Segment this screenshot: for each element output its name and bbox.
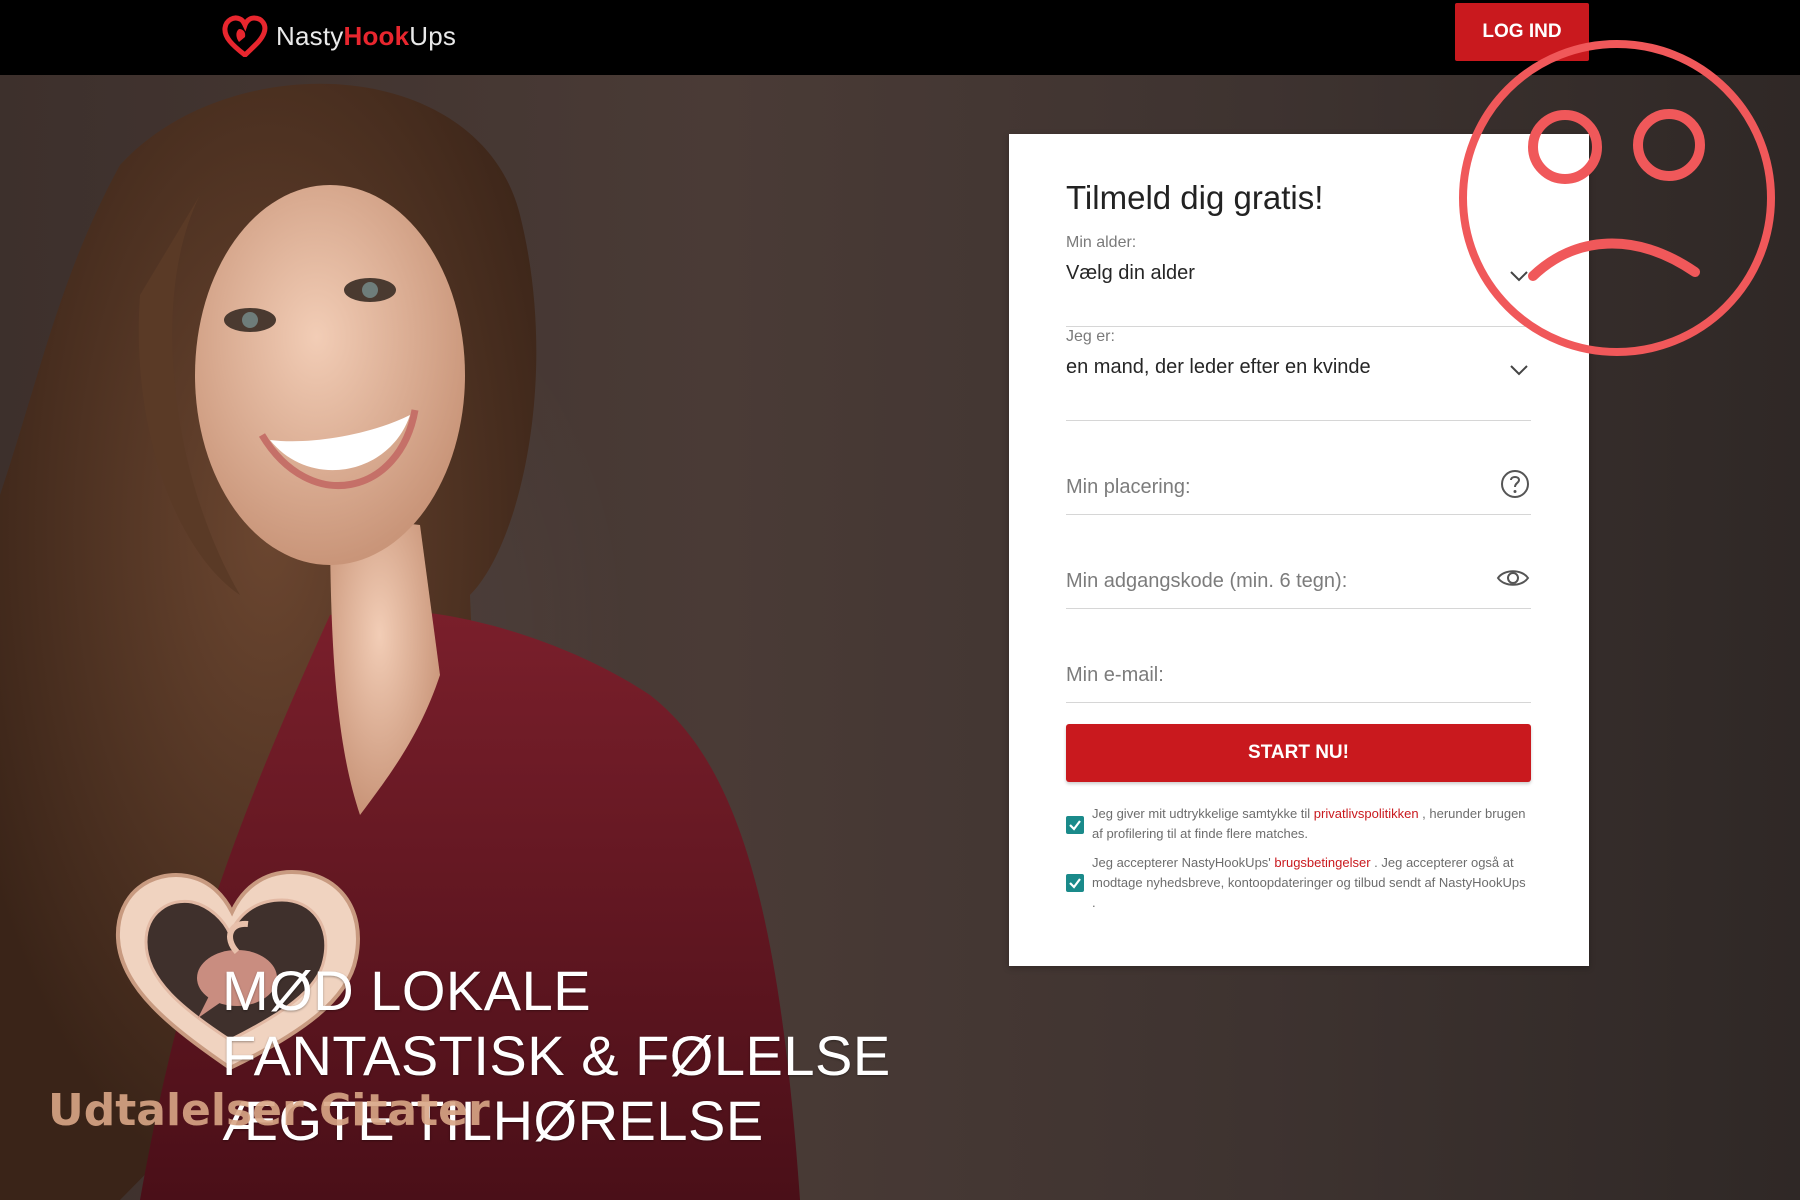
terms-of-use-link[interactable]: brugsbetingelser: [1274, 855, 1370, 870]
password-placeholder: Min adgangskode (min. 6 tegn):: [1066, 570, 1348, 592]
email-input[interactable]: Min e-mail:: [1066, 628, 1531, 703]
logo-heart-icon: [222, 15, 268, 57]
gender-label: Jeg er:: [1066, 328, 1115, 345]
terms-checkbox[interactable]: [1066, 874, 1084, 892]
email-placeholder: Min e-mail:: [1066, 664, 1164, 686]
age-value: Vælg din alder: [1066, 262, 1195, 284]
privacy-checkbox[interactable]: [1066, 816, 1084, 834]
gender-value: en mand, der leder efter en kvinde: [1066, 356, 1371, 378]
logo-part-1: Nasty: [276, 20, 344, 51]
check-icon: [1069, 820, 1081, 831]
logo-wordmark: NastyHookUps: [276, 21, 456, 52]
privacy-consent-before: Jeg giver mit udtrykkelige samtykke til: [1092, 806, 1314, 821]
password-input[interactable]: Min adgangskode (min. 6 tegn):: [1066, 534, 1531, 609]
quote-watermark: Udtalelser Citater: [48, 1085, 490, 1136]
sad-face-icon: [1459, 40, 1775, 356]
logo-part-2: Hook: [343, 20, 410, 51]
privacy-consent-text: Jeg giver mit udtrykkelige samtykke til …: [1092, 804, 1530, 844]
privacy-consent: Jeg giver mit udtrykkelige samtykke til …: [1066, 804, 1531, 848]
chevron-down-icon: [1510, 365, 1528, 376]
start-now-button[interactable]: START NU!: [1066, 724, 1531, 782]
eye-icon[interactable]: [1495, 562, 1531, 594]
privacy-policy-link[interactable]: privatlivspolitikken: [1314, 806, 1419, 821]
hero-headline-line-1: MØD LOKALE: [222, 959, 592, 1022]
logo-part-3: Ups: [409, 20, 457, 51]
location-input[interactable]: Min placering:: [1066, 440, 1531, 515]
terms-consent-before: Jeg accepterer NastyHookUps': [1092, 855, 1275, 870]
age-label: Min alder:: [1066, 234, 1137, 251]
terms-consent: Jeg accepterer NastyHookUps' brugsbeting…: [1066, 853, 1531, 915]
check-icon: [1069, 878, 1081, 889]
question-circle-icon[interactable]: [1499, 468, 1531, 500]
brand-logo[interactable]: NastyHookUps: [222, 10, 456, 62]
location-placeholder: Min placering:: [1066, 476, 1191, 498]
terms-consent-text: Jeg accepterer NastyHookUps' brugsbeting…: [1092, 853, 1530, 913]
hero-headline-line-2: FANTASTISK & FØLELSE: [222, 1024, 891, 1087]
signup-title: Tilmeld dig gratis!: [1066, 179, 1324, 216]
